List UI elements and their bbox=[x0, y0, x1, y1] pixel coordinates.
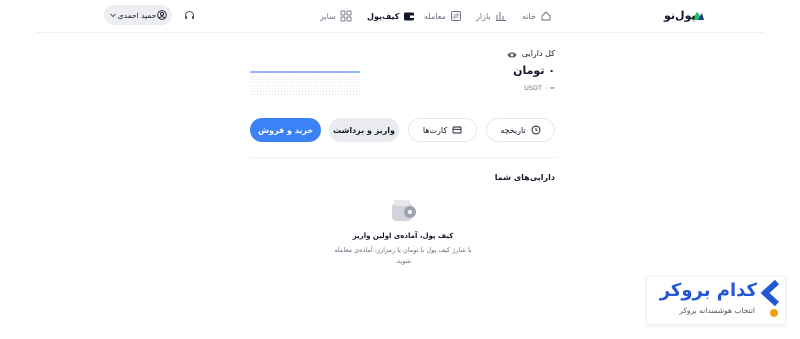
chevron-down-icon bbox=[110, 13, 116, 18]
nav-more-label: سایر bbox=[320, 11, 336, 21]
chart-loading-pattern bbox=[250, 75, 360, 95]
nav-item-market[interactable]: بازار bbox=[476, 8, 507, 24]
home-icon bbox=[541, 11, 551, 21]
user-menu-button[interactable]: حمید احمدی bbox=[104, 5, 172, 25]
nav-item-more[interactable]: سایر bbox=[320, 8, 352, 24]
clock-icon bbox=[531, 125, 541, 135]
chevron-left-logo-icon bbox=[760, 280, 780, 306]
watermark-dot bbox=[770, 309, 778, 317]
deposit-withdraw-label: واریز و برداشت bbox=[333, 125, 396, 135]
buy-sell-button[interactable]: خرید و فروش bbox=[250, 118, 321, 142]
brand-logo-text[interactable]: پول‌نو bbox=[664, 9, 696, 22]
buy-sell-label: خرید و فروش bbox=[257, 125, 314, 135]
wallet-icon bbox=[404, 12, 415, 21]
eye-icon[interactable] bbox=[507, 50, 517, 60]
user-name: حمید احمدی bbox=[117, 10, 157, 20]
total-assets-label: کل دارایی bbox=[521, 49, 555, 58]
exchange-icon bbox=[450, 11, 461, 21]
total-balance: ۰ تومان bbox=[513, 64, 555, 77]
watermark-subtitle: انتخاب هوشمندانه بروکر bbox=[679, 306, 755, 315]
deposit-withdraw-button[interactable]: واریز و برداشت bbox=[329, 118, 399, 142]
nav-market-label: بازار bbox=[476, 11, 491, 21]
nav-home-label: خانه bbox=[522, 11, 536, 21]
empty-wallet-icon bbox=[392, 200, 416, 221]
cards-label: کارت‌ها bbox=[422, 125, 448, 135]
chart-bars-icon bbox=[495, 12, 506, 21]
empty-state-description: با شارژ کیف پول با تومان یا رمزارز، آماد… bbox=[334, 246, 472, 265]
nav-item-wallet[interactable]: کیف‌پول bbox=[367, 8, 415, 24]
nav-item-trade[interactable]: معامله bbox=[424, 8, 462, 24]
grid-icon bbox=[340, 10, 352, 22]
credit-card-icon bbox=[452, 126, 462, 134]
nav-wallet-label: کیف‌پول bbox=[367, 11, 400, 21]
cards-button[interactable]: کارت‌ها bbox=[408, 118, 477, 142]
broker-watermark-badge: کدام بروکر انتخاب هوشمندانه بروکر bbox=[646, 276, 786, 325]
usdt-equivalent: USDT ۰ ≈ bbox=[524, 84, 555, 92]
nav-trade-label: معامله bbox=[424, 11, 446, 21]
header-divider bbox=[36, 32, 764, 33]
history-button[interactable]: تاریخچه bbox=[486, 118, 555, 142]
nav-item-home[interactable]: خانه bbox=[522, 8, 552, 24]
history-label: تاریخچه bbox=[500, 125, 526, 135]
empty-state-title: کیف پول، آماده‌ی اولین واریز bbox=[352, 232, 454, 240]
chart-loading-line bbox=[250, 71, 360, 73]
watermark-title: کدام بروکر bbox=[659, 280, 757, 301]
section-divider bbox=[250, 157, 556, 158]
your-assets-title: دارایی‌های شما bbox=[494, 173, 555, 182]
user-icon bbox=[157, 10, 167, 20]
headset-icon[interactable] bbox=[184, 10, 195, 21]
